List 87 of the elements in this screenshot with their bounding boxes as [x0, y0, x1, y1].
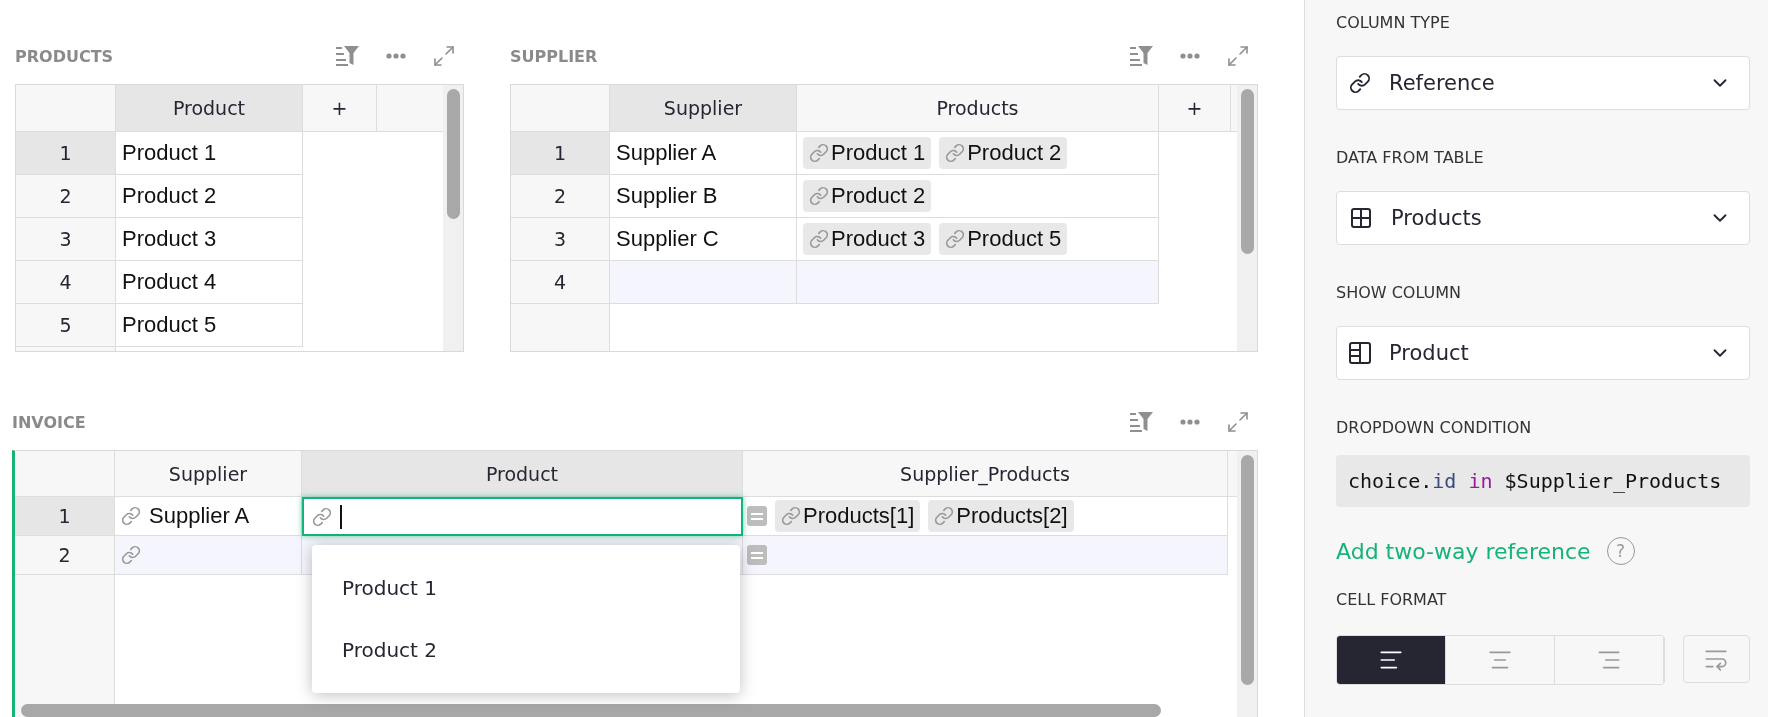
- expand-button[interactable]: [1226, 44, 1250, 68]
- link-icon: [781, 506, 801, 526]
- dropdown-option[interactable]: Product 2: [312, 619, 740, 681]
- row-number[interactable]: 2: [16, 175, 116, 218]
- align-left-button[interactable]: [1337, 636, 1446, 684]
- reference-chip: Product 1: [803, 137, 932, 169]
- more-icon: [1180, 53, 1200, 59]
- table-icon: [1349, 206, 1373, 230]
- table-cell: Supplier C: [610, 218, 797, 261]
- column-header[interactable]: Supplier: [610, 85, 797, 132]
- row-number[interactable]: 4: [16, 261, 116, 304]
- link-icon: [121, 545, 141, 565]
- scrollbar-thumb[interactable]: [1240, 455, 1254, 685]
- field-label: DROPDOWN CONDITION: [1336, 416, 1533, 439]
- sort-filter-icon: [336, 45, 360, 67]
- reference-chip: Product 5: [939, 223, 1068, 255]
- formula-icon: [747, 506, 767, 526]
- table-cell: Product 1: [116, 132, 303, 175]
- table-cell: Supplier B: [610, 175, 797, 218]
- reference-chip: Products[1]: [775, 500, 921, 532]
- row-number[interactable]: 3: [511, 218, 610, 261]
- table-cell: Product 5: [116, 304, 303, 347]
- link-icon: [945, 143, 966, 163]
- link-icon: [809, 143, 829, 163]
- more-icon: [1180, 419, 1200, 425]
- link-icon: [945, 229, 966, 249]
- formula-icon: [747, 545, 767, 565]
- row-number[interactable]: 1: [16, 132, 116, 175]
- reference-chip: Product 3: [803, 223, 932, 255]
- expand-button[interactable]: [432, 44, 456, 68]
- section-title: PRODUCTS: [15, 46, 114, 66]
- table-cell: Product 4: [116, 261, 303, 304]
- link-icon: [121, 506, 141, 526]
- select-field[interactable]: Product: [1336, 326, 1750, 380]
- add-column-button[interactable]: +: [303, 85, 377, 132]
- expand-icon: [1226, 410, 1250, 434]
- table-cell: Product 3: [116, 218, 303, 261]
- sort-filter-icon: [1130, 411, 1154, 433]
- add-column-button[interactable]: +: [1159, 85, 1231, 132]
- row-number[interactable]: 4: [511, 261, 610, 304]
- sort-filter-button[interactable]: [1130, 44, 1154, 68]
- column-icon: [1349, 342, 1371, 364]
- link-icon: [809, 229, 829, 249]
- expand-icon: [432, 44, 456, 68]
- select-field[interactable]: Reference: [1336, 56, 1750, 110]
- reference-chip: Products[2]: [928, 500, 1074, 532]
- column-header[interactable]: Supplier: [115, 451, 302, 497]
- more-icon: [386, 53, 406, 59]
- field-label: SHOW COLUMN: [1336, 281, 1463, 304]
- reference-chip: Product 2: [939, 137, 1068, 169]
- section-title: SUPPLIER: [510, 46, 598, 66]
- row-number[interactable]: 2: [511, 175, 610, 218]
- sort-filter-icon: [1130, 45, 1154, 67]
- field-label: COLUMN TYPE: [1336, 11, 1451, 34]
- table-cell: Supplier A: [610, 132, 797, 175]
- link-icon: [934, 506, 955, 526]
- select-field[interactable]: Products: [1336, 191, 1750, 245]
- row-number[interactable]: 1: [15, 497, 115, 536]
- expand-icon: [1226, 44, 1250, 68]
- text-cursor: [340, 504, 342, 529]
- field-label: DATA FROM TABLE: [1336, 146, 1485, 169]
- column-header[interactable]: Product: [116, 85, 303, 132]
- row-number[interactable]: 5: [16, 304, 116, 347]
- reference-chip: Product 2: [803, 180, 932, 212]
- section-title: INVOICE: [12, 412, 86, 432]
- expand-button[interactable]: [1226, 410, 1250, 434]
- horizontal-scrollbar[interactable]: [21, 704, 1161, 717]
- column-header[interactable]: Product: [302, 451, 743, 497]
- link-icon: [809, 186, 829, 206]
- row-number[interactable]: 3: [16, 218, 116, 261]
- scrollbar-thumb[interactable]: [446, 89, 460, 219]
- table-cell: Product 2: [116, 175, 303, 218]
- cell-editor[interactable]: [302, 497, 743, 536]
- cell-text: Supplier A: [149, 503, 250, 529]
- dropdown-option[interactable]: Product 1: [312, 557, 740, 619]
- row-number[interactable]: 1: [511, 132, 610, 175]
- scrollbar-thumb[interactable]: [1240, 89, 1254, 254]
- link-icon: [312, 506, 332, 527]
- code-field[interactable]: choice.id in $Supplier_Products: [1336, 455, 1750, 507]
- row-number[interactable]: 2: [15, 536, 115, 575]
- column-header[interactable]: Products: [797, 85, 1159, 132]
- column-header[interactable]: Supplier_Products: [743, 451, 1228, 497]
- sort-filter-button[interactable]: [336, 44, 360, 68]
- link-icon: [1349, 72, 1371, 94]
- field-label: CELL FORMAT: [1336, 588, 1448, 611]
- wrap-text-button[interactable]: [1682, 635, 1750, 683]
- sort-filter-button[interactable]: [1130, 410, 1154, 434]
